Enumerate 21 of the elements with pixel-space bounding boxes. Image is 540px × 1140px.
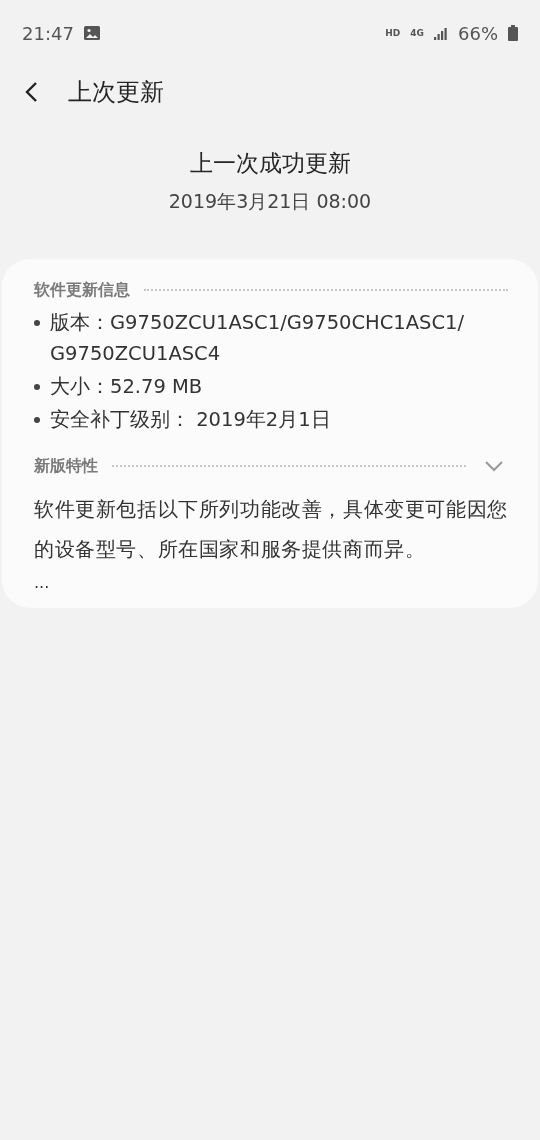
- network-type: 4G: [410, 28, 424, 38]
- page-title: 上次更新: [68, 77, 164, 108]
- battery-level: 66%: [458, 22, 498, 44]
- bullet-icon: [34, 384, 40, 390]
- info-item: 安全补丁级别： 2019年2月1日: [50, 407, 331, 433]
- battery-icon: [508, 25, 518, 41]
- image-icon: [83, 26, 100, 40]
- info-item: 版本：G9750ZCU1ASC1/G9750CHC1ASC1/G9750ZCU1ASC4: [50, 310, 466, 367]
- info-item: 大小：52.79 MB: [50, 374, 203, 400]
- bullet-icon: [34, 417, 40, 423]
- network-label: HD: [385, 28, 401, 38]
- section-title: 新版特性: [34, 455, 98, 477]
- status-time: 21:47: [22, 22, 74, 44]
- back-icon: [24, 81, 38, 103]
- signal-icon: [434, 26, 448, 40]
- bullet-icon: [34, 320, 40, 326]
- section-title: 软件更新信息: [34, 279, 130, 301]
- update-date: 2019年3月21日 08:00: [168, 189, 372, 214]
- update-status: 上一次成功更新: [189, 149, 351, 178]
- more-ellipsis: ...: [34, 573, 51, 592]
- features-description: 软件更新包括以下所列功能改善，具体变更可能因您的设备型号、所在国家和服务提供商而异。: [34, 496, 508, 563]
